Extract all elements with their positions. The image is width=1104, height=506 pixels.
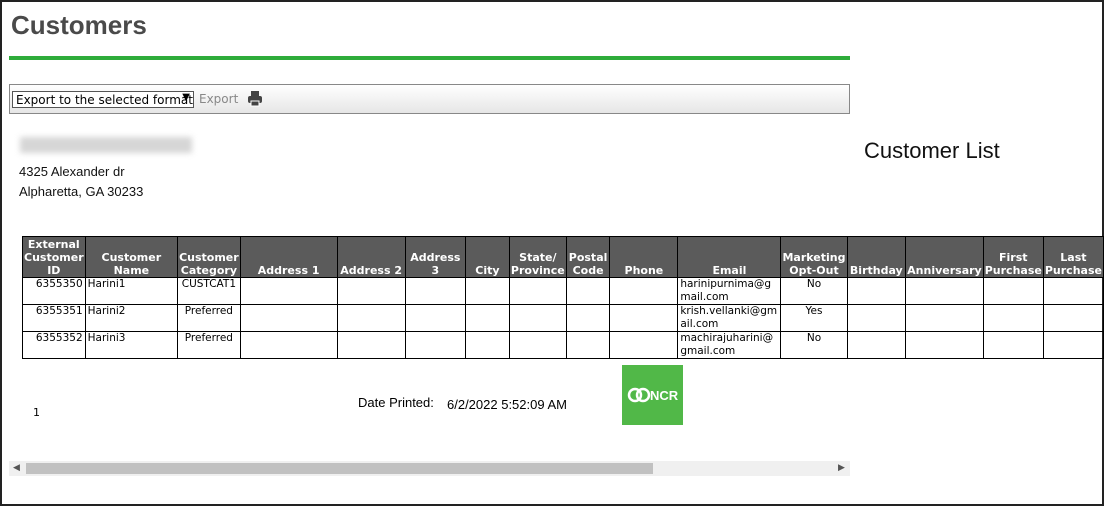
- export-format-value: Export to the selected format: [16, 93, 193, 107]
- table-cell: Harini1: [84, 277, 179, 305]
- column-header: Address 3: [404, 236, 466, 278]
- table-cell: [404, 277, 466, 305]
- table-cell: [846, 304, 907, 332]
- table-cell: [239, 331, 338, 359]
- table-cell: [565, 331, 611, 359]
- table-cell: 6355350: [22, 277, 86, 305]
- column-header: Address 1: [239, 236, 338, 278]
- table-cell: [609, 331, 679, 359]
- table-row: 6355351 Harini2 Preferred krish.vellanki@gm…: [22, 304, 1104, 332]
- table-cell: Harini3: [84, 331, 179, 359]
- table-cell: [905, 277, 984, 305]
- horizontal-scrollbar[interactable]: ◀ ▶: [9, 461, 850, 476]
- scroll-left-icon[interactable]: ◀: [13, 463, 20, 473]
- table-cell: [565, 277, 611, 305]
- export-button[interactable]: Export: [199, 92, 238, 106]
- table-cell: [508, 331, 567, 359]
- column-header: Last Purchase: [1042, 236, 1104, 278]
- page-number: 1: [33, 406, 40, 419]
- table-cell: [982, 277, 1044, 305]
- table-cell: Preferred: [177, 331, 241, 359]
- column-header: Postal Code: [565, 236, 611, 278]
- table-cell: [846, 277, 907, 305]
- table-cell: [404, 304, 466, 332]
- table-cell: Preferred: [177, 304, 241, 332]
- table-cell: [1042, 331, 1104, 359]
- table-cell: [1042, 304, 1104, 332]
- date-printed-label: Date Printed:: [358, 395, 434, 410]
- column-header: Marketing Opt-Out: [780, 236, 848, 278]
- column-header: Customer Name: [84, 236, 179, 278]
- store-name-redacted: [20, 137, 192, 153]
- table-cell: [336, 277, 406, 305]
- address-line2: Alpharetta, GA 30233: [19, 184, 144, 199]
- table-cell: [905, 331, 984, 359]
- column-header: External Customer ID: [22, 236, 86, 278]
- table-cell: [846, 331, 907, 359]
- table-cell: [464, 304, 510, 332]
- table-header-row: External Customer ID Customer Name Custome…: [22, 236, 1104, 278]
- table-cell: No: [780, 331, 848, 359]
- column-header: Birthday: [846, 236, 907, 278]
- column-header: City: [464, 236, 510, 278]
- table-cell: 6355352: [22, 331, 86, 359]
- printer-icon[interactable]: [247, 90, 263, 107]
- table-cell: [464, 331, 510, 359]
- ncr-logo: NCR: [622, 365, 683, 425]
- table-cell: [336, 304, 406, 332]
- table-cell: [905, 304, 984, 332]
- table-row: 6355352 Harini3 Preferred machirajuharini@g…: [22, 331, 1104, 359]
- table-cell: [464, 277, 510, 305]
- table-cell: [982, 304, 1044, 332]
- table-cell: [239, 304, 338, 332]
- column-header: First Purchase: [982, 236, 1044, 278]
- column-header: Anniversary: [905, 236, 984, 278]
- table-cell: [609, 304, 679, 332]
- table-cell: [609, 277, 679, 305]
- table-cell: No: [780, 277, 848, 305]
- svg-text:NCR: NCR: [650, 388, 679, 403]
- table-cell: Yes: [780, 304, 848, 332]
- table-cell: CUSTCAT1: [177, 277, 241, 305]
- title-divider: [9, 56, 850, 60]
- address-line1: 4325 Alexander dr: [19, 164, 125, 179]
- table-cell: [404, 331, 466, 359]
- table-cell: [336, 331, 406, 359]
- table-cell: [508, 277, 567, 305]
- table-cell: [982, 331, 1044, 359]
- table-cell: [565, 304, 611, 332]
- column-header: State/ Province: [508, 236, 567, 278]
- date-printed-value: 6/2/2022 5:52:09 AM: [447, 397, 567, 412]
- column-header: Address 2: [336, 236, 406, 278]
- chevron-down-icon: ▼: [182, 92, 190, 103]
- scroll-right-icon[interactable]: ▶: [838, 463, 845, 473]
- table-cell: Harini2: [84, 304, 179, 332]
- table-cell: [239, 277, 338, 305]
- scrollbar-thumb[interactable]: [26, 463, 653, 474]
- table-cell: harinipurnima@gmail.com: [677, 277, 782, 305]
- page-title: Customers: [11, 10, 147, 40]
- export-format-select[interactable]: Export to the selected format ▼: [12, 91, 194, 108]
- column-header: Email: [677, 236, 782, 278]
- table-cell: [508, 304, 567, 332]
- table-row: 6355350 Harini1 CUSTCAT1 harinipurnima@gmai…: [22, 277, 1104, 305]
- column-header: Customer Category: [177, 236, 241, 278]
- table-cell: [1042, 277, 1104, 305]
- column-header: Phone: [609, 236, 679, 278]
- report-toolbar: Export to the selected format ▼ Export: [9, 84, 850, 114]
- report-title: Customer List: [864, 138, 1000, 163]
- table-cell: krish.vellanki@gmail.com: [677, 304, 782, 332]
- customer-table: External Customer ID Customer Name Custome…: [22, 236, 1104, 359]
- table-cell: machirajuharini@gmail.com: [677, 331, 782, 359]
- table-cell: 6355351: [22, 304, 86, 332]
